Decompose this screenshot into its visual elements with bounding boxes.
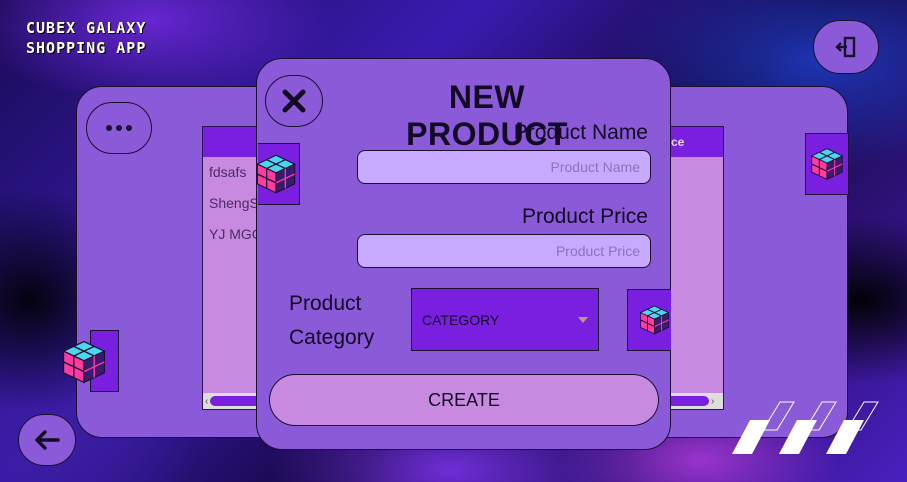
- app-title-line1: CUBEX GALAXY: [26, 19, 147, 37]
- product-name-label: Product Name: [513, 121, 648, 144]
- more-button[interactable]: [86, 102, 152, 154]
- category-label-line2: Category: [289, 326, 375, 349]
- logout-button[interactable]: [813, 20, 879, 74]
- close-button[interactable]: [265, 75, 323, 127]
- rubiks-cube-icon: [60, 338, 108, 391]
- cube-tile: [627, 289, 671, 351]
- more-dots-icon: [106, 125, 112, 131]
- category-select[interactable]: CATEGORY: [411, 288, 599, 351]
- dot: [126, 125, 132, 131]
- back-button[interactable]: [18, 414, 76, 466]
- close-icon: [282, 89, 306, 113]
- category-label-line1: Product: [289, 292, 362, 315]
- logout-icon: [835, 36, 856, 58]
- chevron-down-icon: [578, 316, 588, 323]
- scroll-left-icon[interactable]: ‹: [203, 396, 210, 407]
- product-price-label: Product Price: [521, 205, 648, 228]
- app-title: CUBEX GALAXY SHOPPING APP: [26, 18, 146, 58]
- rubiks-cube-icon: [255, 154, 296, 194]
- category-selected-value: CATEGORY: [422, 311, 500, 328]
- cube-tile: [255, 143, 300, 205]
- product-category-label: Product Category: [289, 287, 374, 355]
- rubiks-cube-icon: [639, 305, 670, 335]
- dot: [116, 125, 122, 131]
- product-name-input[interactable]: [357, 150, 651, 184]
- rubiks-cube-icon: [810, 148, 844, 181]
- decorative-stripes: [732, 401, 879, 454]
- new-product-dialog: NEW PRODUCT Product Name Product Price P…: [255, 58, 671, 450]
- cube-tile: [805, 133, 849, 195]
- app-title-line2: SHOPPING APP: [26, 39, 147, 57]
- product-price-input[interactable]: [357, 234, 651, 268]
- scroll-right-icon[interactable]: ›: [709, 396, 716, 407]
- create-button[interactable]: CREATE: [269, 374, 659, 426]
- arrow-left-icon: [35, 430, 60, 450]
